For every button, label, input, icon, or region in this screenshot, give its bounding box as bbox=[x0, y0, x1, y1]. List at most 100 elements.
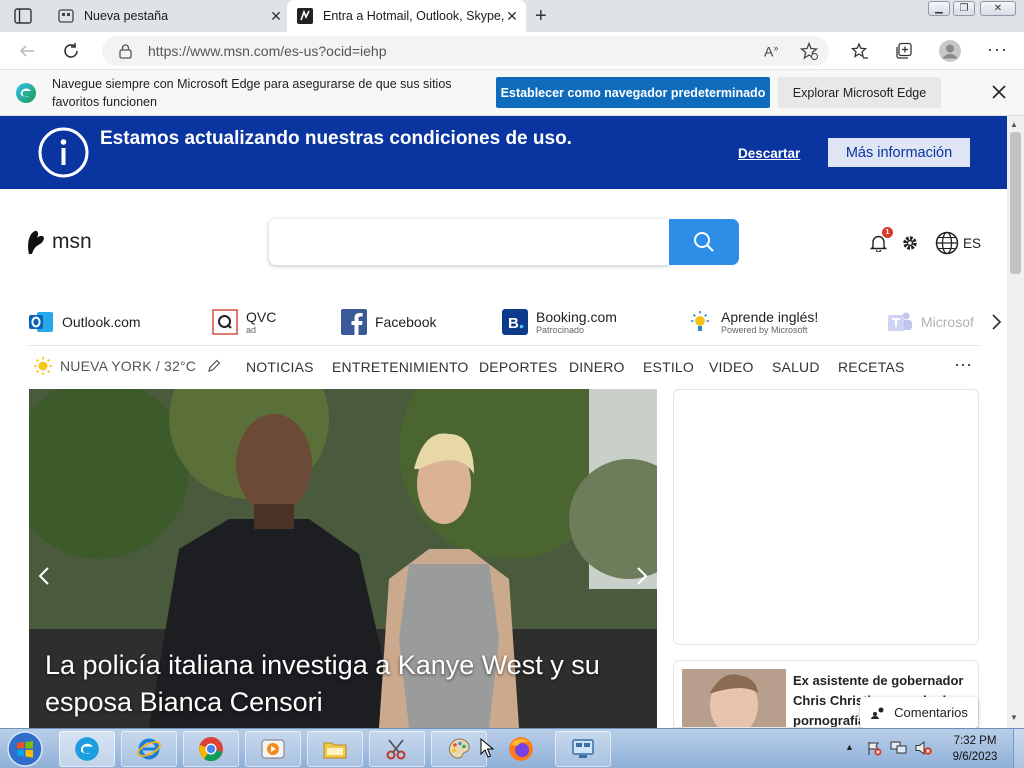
divider bbox=[28, 345, 979, 346]
read-aloud-icon[interactable]: A» bbox=[764, 43, 778, 60]
close-tab-icon[interactable]: ✕ bbox=[268, 8, 284, 25]
quicklink-sub: Powered by Microsoft bbox=[721, 324, 808, 335]
quicklink-label: Outlook.com bbox=[62, 314, 141, 330]
close-tab-icon[interactable]: ✕ bbox=[504, 8, 520, 25]
show-hidden-icons[interactable]: ▲ bbox=[845, 742, 854, 752]
start-button[interactable] bbox=[6, 730, 44, 768]
quicklink-label: QVC bbox=[246, 308, 277, 325]
carousel-next-icon[interactable] bbox=[635, 565, 649, 587]
nav-item-recetas[interactable]: RECETAS bbox=[838, 359, 905, 375]
chrome-icon bbox=[199, 737, 223, 762]
carousel-prev-icon[interactable] bbox=[37, 565, 51, 587]
new-tab-button[interactable]: + bbox=[535, 6, 547, 26]
dismiss-link[interactable]: Descartar bbox=[738, 146, 800, 161]
taskbar-file-explorer[interactable] bbox=[307, 731, 363, 767]
infobar-message: Navegue siempre con Microsoft Edge para … bbox=[52, 77, 452, 109]
hero-carousel[interactable]: La policía italiana investiga a Kanye We… bbox=[29, 389, 657, 728]
tab-msn[interactable]: Entra a Hotmail, Outlook, Skype, Bing ✕ bbox=[287, 0, 526, 32]
nav-more-icon[interactable]: ··· bbox=[954, 354, 972, 375]
scrollbar-thumb[interactable] bbox=[1010, 132, 1021, 274]
search-icon bbox=[694, 232, 714, 252]
quicklink-microsoft-teams[interactable]: Microsof bbox=[887, 307, 979, 337]
search-button[interactable] bbox=[669, 219, 739, 265]
outlook-icon bbox=[29, 312, 53, 332]
internet-explorer-icon bbox=[137, 738, 161, 760]
weather-location[interactable]: NUEVA YORK / 32°C bbox=[60, 358, 196, 374]
volume-muted-icon[interactable] bbox=[915, 740, 933, 756]
quicklinks-next-icon[interactable] bbox=[990, 313, 1002, 331]
taskbar-media-player[interactable] bbox=[245, 731, 301, 767]
comments-button[interactable]: Comentarios bbox=[860, 697, 978, 728]
remote-desktop-icon bbox=[572, 739, 594, 758]
edge-icon bbox=[75, 737, 99, 761]
quicklink-label: Facebook bbox=[375, 314, 437, 330]
quicklink-learn-english[interactable]: Aprende inglés! Powered by Microsoft bbox=[687, 307, 818, 337]
nav-item-estilo[interactable]: ESTILO bbox=[643, 359, 694, 375]
maximize-button[interactable]: ❐ bbox=[953, 1, 975, 16]
booking-icon: B bbox=[502, 309, 528, 335]
scroll-down-icon[interactable]: ▼ bbox=[1010, 713, 1018, 722]
quicklink-booking[interactable]: B Booking.com Patrocinado bbox=[502, 307, 617, 337]
show-desktop-button[interactable] bbox=[1013, 729, 1024, 768]
lock-icon[interactable] bbox=[119, 44, 132, 59]
window-close-button[interactable]: ✕ bbox=[980, 1, 1016, 16]
nav-item-dinero[interactable]: DINERO bbox=[569, 359, 625, 375]
msn-logo[interactable]: msn bbox=[26, 228, 92, 256]
taskbar-snipping-tool[interactable] bbox=[369, 731, 425, 767]
tab-title: Nueva pestaña bbox=[84, 9, 169, 23]
favorites-icon[interactable] bbox=[851, 42, 869, 60]
network-icon[interactable] bbox=[890, 740, 908, 756]
taskbar-internet-explorer[interactable] bbox=[121, 731, 177, 767]
scroll-up-icon[interactable]: ▲ bbox=[1010, 120, 1018, 129]
address-bar[interactable]: https://www.msn.com/es-us?ocid=iehp A» bbox=[102, 36, 829, 66]
nav-item-noticias[interactable]: NOTICIAS bbox=[246, 359, 314, 375]
collections-icon[interactable] bbox=[895, 42, 913, 60]
clock-time: 7:32 PM bbox=[953, 735, 997, 747]
profile-avatar[interactable] bbox=[939, 40, 961, 62]
comments-label: Comentarios bbox=[894, 705, 968, 720]
page-scrollbar[interactable]: ▲ ▼ bbox=[1007, 116, 1024, 728]
tab-title: Entra a Hotmail, Outlook, Skype, Bing bbox=[323, 9, 504, 23]
refresh-icon[interactable] bbox=[62, 42, 80, 60]
facebook-icon bbox=[341, 309, 367, 335]
taskbar-chrome[interactable] bbox=[183, 731, 239, 767]
teams-icon bbox=[888, 312, 912, 331]
language-globe-icon[interactable] bbox=[935, 231, 959, 255]
settings-more-icon[interactable]: ··· bbox=[987, 39, 1008, 60]
page-settings-gear-icon[interactable] bbox=[901, 234, 919, 252]
more-info-button[interactable]: Más información bbox=[828, 138, 970, 167]
tab-new-tab[interactable]: Nueva pestaña ✕ bbox=[50, 0, 290, 32]
nav-item-deportes[interactable]: DEPORTES bbox=[479, 359, 557, 375]
quicklink-qvc[interactable]: QVC ad bbox=[212, 307, 276, 337]
tab-actions-icon[interactable] bbox=[14, 8, 32, 24]
search-input[interactable] bbox=[269, 219, 669, 265]
set-default-browser-button[interactable]: Establecer como navegador predeterminado bbox=[496, 77, 770, 108]
taskbar-firefox[interactable] bbox=[493, 731, 549, 767]
system-clock[interactable]: 7:32 PM 9/6/2023 bbox=[940, 733, 1010, 765]
add-favorite-icon[interactable] bbox=[800, 42, 818, 60]
svg-text:B: B bbox=[508, 315, 519, 332]
taskbar-edge[interactable] bbox=[59, 731, 115, 767]
edit-location-icon[interactable] bbox=[207, 359, 221, 373]
quicklink-facebook[interactable]: Facebook bbox=[341, 307, 436, 337]
nav-item-entretenimiento[interactable]: ENTRETENIMIENTO bbox=[332, 359, 469, 375]
back-icon[interactable] bbox=[18, 42, 36, 60]
quicklink-label: Aprende inglés! bbox=[721, 308, 819, 325]
nav-item-salud[interactable]: SALUD bbox=[772, 359, 820, 375]
close-infobar-icon[interactable] bbox=[992, 85, 1006, 99]
taskbar-remote-desktop[interactable] bbox=[555, 731, 611, 767]
weather-sun-icon bbox=[33, 356, 53, 376]
nav-item-video[interactable]: VIDEO bbox=[709, 359, 754, 375]
quicklink-outlook[interactable]: Outlook.com bbox=[28, 307, 141, 337]
action-center-flag-icon[interactable] bbox=[866, 740, 882, 756]
explore-edge-button[interactable]: Explorar Microsoft Edge bbox=[778, 77, 941, 108]
taskbar-paint[interactable] bbox=[431, 731, 487, 767]
language-label[interactable]: ES bbox=[963, 236, 981, 251]
hero-headline[interactable]: La policía italiana investiga a Kanye We… bbox=[45, 647, 645, 721]
new-tab-icon bbox=[58, 8, 74, 24]
news-card-image bbox=[682, 669, 786, 727]
terms-update-banner: Estamos actualizando nuestras condicione… bbox=[0, 116, 1007, 189]
minimize-button[interactable]: ▁ bbox=[928, 1, 950, 16]
url-text: https://www.msn.com/es-us?ocid=iehp bbox=[148, 43, 387, 59]
firefox-icon bbox=[509, 737, 533, 761]
